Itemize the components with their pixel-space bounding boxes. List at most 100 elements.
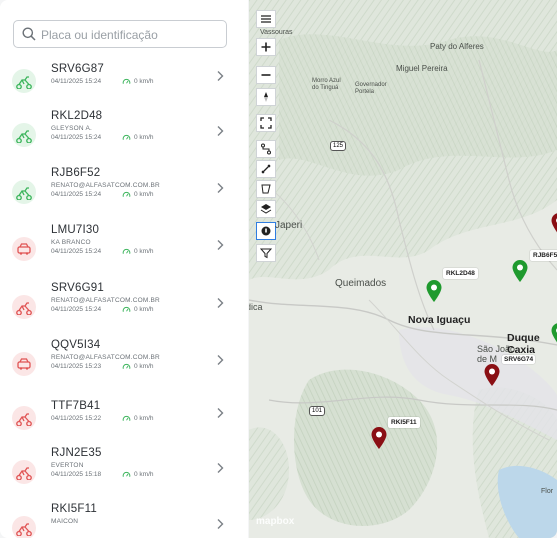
map-pin-icon xyxy=(371,427,387,449)
pin-filter-button[interactable] xyxy=(256,222,276,240)
app-window: SRV6G87 04/11/2025 15:24 0 km/h RKL2D48 GLEY… xyxy=(0,0,557,538)
minus-icon xyxy=(261,74,271,76)
vehicle-speed: 0 km/h xyxy=(134,471,154,478)
plus-icon xyxy=(261,42,271,52)
mapbox-logo[interactable]: mapbox xyxy=(256,516,294,527)
vehicle-marker[interactable] xyxy=(550,322,557,346)
vehicle-speed: 0 km/h xyxy=(134,78,154,85)
vehicle-plate: RJN2E35 xyxy=(51,447,102,459)
vehicle-row[interactable]: RKL2D48 GLEYSON A. 04/11/2025 15:24 0 km/h xyxy=(0,110,248,166)
place-label: Nova Iguaçu xyxy=(408,314,471,326)
speedometer-icon xyxy=(122,134,131,140)
vehicle-timestamp: 04/11/2025 15:24 xyxy=(51,78,102,85)
ruler-icon xyxy=(261,164,271,174)
vehicle-timestamp: 04/11/2025 15:24 xyxy=(51,134,102,141)
chevron-right-icon xyxy=(217,519,224,529)
vehicle-plate: RKI5F11 xyxy=(51,503,97,515)
vehicle-marker[interactable] xyxy=(425,279,443,303)
place-label: Queimados xyxy=(335,278,387,289)
draw-area-button[interactable] xyxy=(256,180,276,198)
vehicle-speed: 0 km/h xyxy=(134,363,154,370)
vehicle-plate: QQV5I34 xyxy=(51,339,101,351)
vehicle-speed: 0 km/h xyxy=(134,306,154,313)
vehicle-row[interactable]: RKI5F11 MAICON xyxy=(0,503,248,538)
vehicle-speed: 0 km/h xyxy=(134,248,154,255)
zoom-in-button[interactable] xyxy=(256,38,276,56)
chevron-right-icon xyxy=(217,298,224,308)
vehicle-status-icon xyxy=(12,460,36,484)
car-icon xyxy=(17,358,31,370)
chevron-right-icon xyxy=(217,71,224,81)
map-pin-icon xyxy=(551,213,557,233)
vehicle-driver: RENATO@ALFASATCOM.COM.BR xyxy=(51,297,160,304)
vehicle-row[interactable]: SRV6G91 RENATO@ALFASATCOM.COM.BR 04/11/202… xyxy=(0,282,248,338)
vehicle-status-icon xyxy=(12,352,36,376)
motorcycle-icon xyxy=(16,187,32,200)
vehicle-row[interactable]: TTF7B41 04/11/2025 15:22 0 km/h xyxy=(0,397,248,453)
vehicle-driver: KA BRANCO xyxy=(51,239,91,246)
vehicle-plate: TTF7B41 xyxy=(51,400,101,412)
motorcycle-icon xyxy=(16,130,32,143)
map-view[interactable]: Vassouras Paty do Alferes Miguel Pereira… xyxy=(249,0,557,538)
vehicle-marker[interactable] xyxy=(550,212,557,236)
motorcycle-icon xyxy=(16,302,32,315)
place-label: Governador Portela xyxy=(355,82,387,95)
vehicle-status-icon xyxy=(12,123,36,147)
filter-button[interactable] xyxy=(256,244,276,262)
zoom-out-button[interactable] xyxy=(256,66,276,84)
layers-button[interactable] xyxy=(256,200,276,218)
chevron-right-icon xyxy=(217,183,224,193)
vehicle-row[interactable]: QQV5I34 RENATO@ALFASATCOM.COM.BR 04/11/202… xyxy=(0,339,248,395)
search-box[interactable] xyxy=(13,20,227,48)
mapbox-logo-text: mapbox xyxy=(256,516,295,527)
search-input[interactable] xyxy=(41,25,221,44)
vehicle-timestamp: 04/11/2025 15:24 xyxy=(51,191,102,198)
compass-button[interactable] xyxy=(256,88,276,106)
vehicle-marker[interactable] xyxy=(511,259,529,283)
vehicle-status-icon xyxy=(12,237,36,261)
vehicle-timestamp: 04/11/2025 15:24 xyxy=(51,248,102,255)
compass-icon xyxy=(264,92,268,102)
chevron-right-icon xyxy=(217,463,224,473)
chevron-right-icon xyxy=(217,240,224,250)
place-label: opédica xyxy=(249,302,263,312)
search-icon xyxy=(22,27,36,41)
vehicle-row[interactable]: RJB6F52 RENATO@ALFASATCOM.COM.BR 04/11/202… xyxy=(0,167,248,223)
vehicle-driver: EVERTON xyxy=(51,462,84,469)
vehicle-driver: RENATO@ALFASATCOM.COM.BR xyxy=(51,182,160,189)
marker-label: RJB6F5 xyxy=(530,250,557,261)
vehicle-driver: RENATO@ALFASATCOM.COM.BR xyxy=(51,354,160,361)
fullscreen-button[interactable] xyxy=(256,114,276,132)
speedometer-icon xyxy=(122,248,131,254)
marker-label: SRV6G74 xyxy=(502,355,536,364)
vehicle-timestamp: 04/11/2025 15:18 xyxy=(51,471,102,478)
vehicle-status-icon xyxy=(12,180,36,204)
funnel-icon xyxy=(260,248,272,259)
motorcycle-icon xyxy=(16,413,32,426)
vehicle-timestamp: 04/11/2025 15:23 xyxy=(51,363,102,370)
menu-button[interactable] xyxy=(256,10,276,28)
vehicle-status-icon xyxy=(12,69,36,93)
vehicle-speed: 0 km/h xyxy=(134,191,154,198)
vehicle-timestamp: 04/11/2025 15:22 xyxy=(51,415,102,422)
fullscreen-icon xyxy=(260,117,272,129)
vehicle-row[interactable]: LMU7I30 KA BRANCO 04/11/2025 15:24 0 km/h xyxy=(0,224,248,280)
speedometer-icon xyxy=(122,78,131,84)
vehicle-driver: MAICON xyxy=(51,518,79,525)
measure-button[interactable] xyxy=(256,160,276,178)
place-label: Vassouras xyxy=(260,29,293,36)
layers-icon xyxy=(260,204,272,214)
chevron-right-icon xyxy=(217,408,224,418)
vehicle-row[interactable]: RJN2E35 EVERTON 04/11/2025 15:18 0 km/h xyxy=(0,447,248,503)
route-button[interactable] xyxy=(256,140,276,158)
vehicle-plate: SRV6G87 xyxy=(51,63,104,75)
speedometer-icon xyxy=(122,471,131,477)
vehicle-marker[interactable] xyxy=(370,426,388,450)
vehicle-speed: 0 km/h xyxy=(134,134,154,141)
vehicle-marker[interactable] xyxy=(483,363,501,387)
chevron-right-icon xyxy=(217,126,224,136)
vehicle-plate: RJB6F52 xyxy=(51,167,101,179)
marker-label: RKL2D48 xyxy=(443,268,478,279)
road-shield: 101 xyxy=(309,406,325,416)
vehicle-row[interactable]: SRV6G87 04/11/2025 15:24 0 km/h xyxy=(0,60,248,116)
